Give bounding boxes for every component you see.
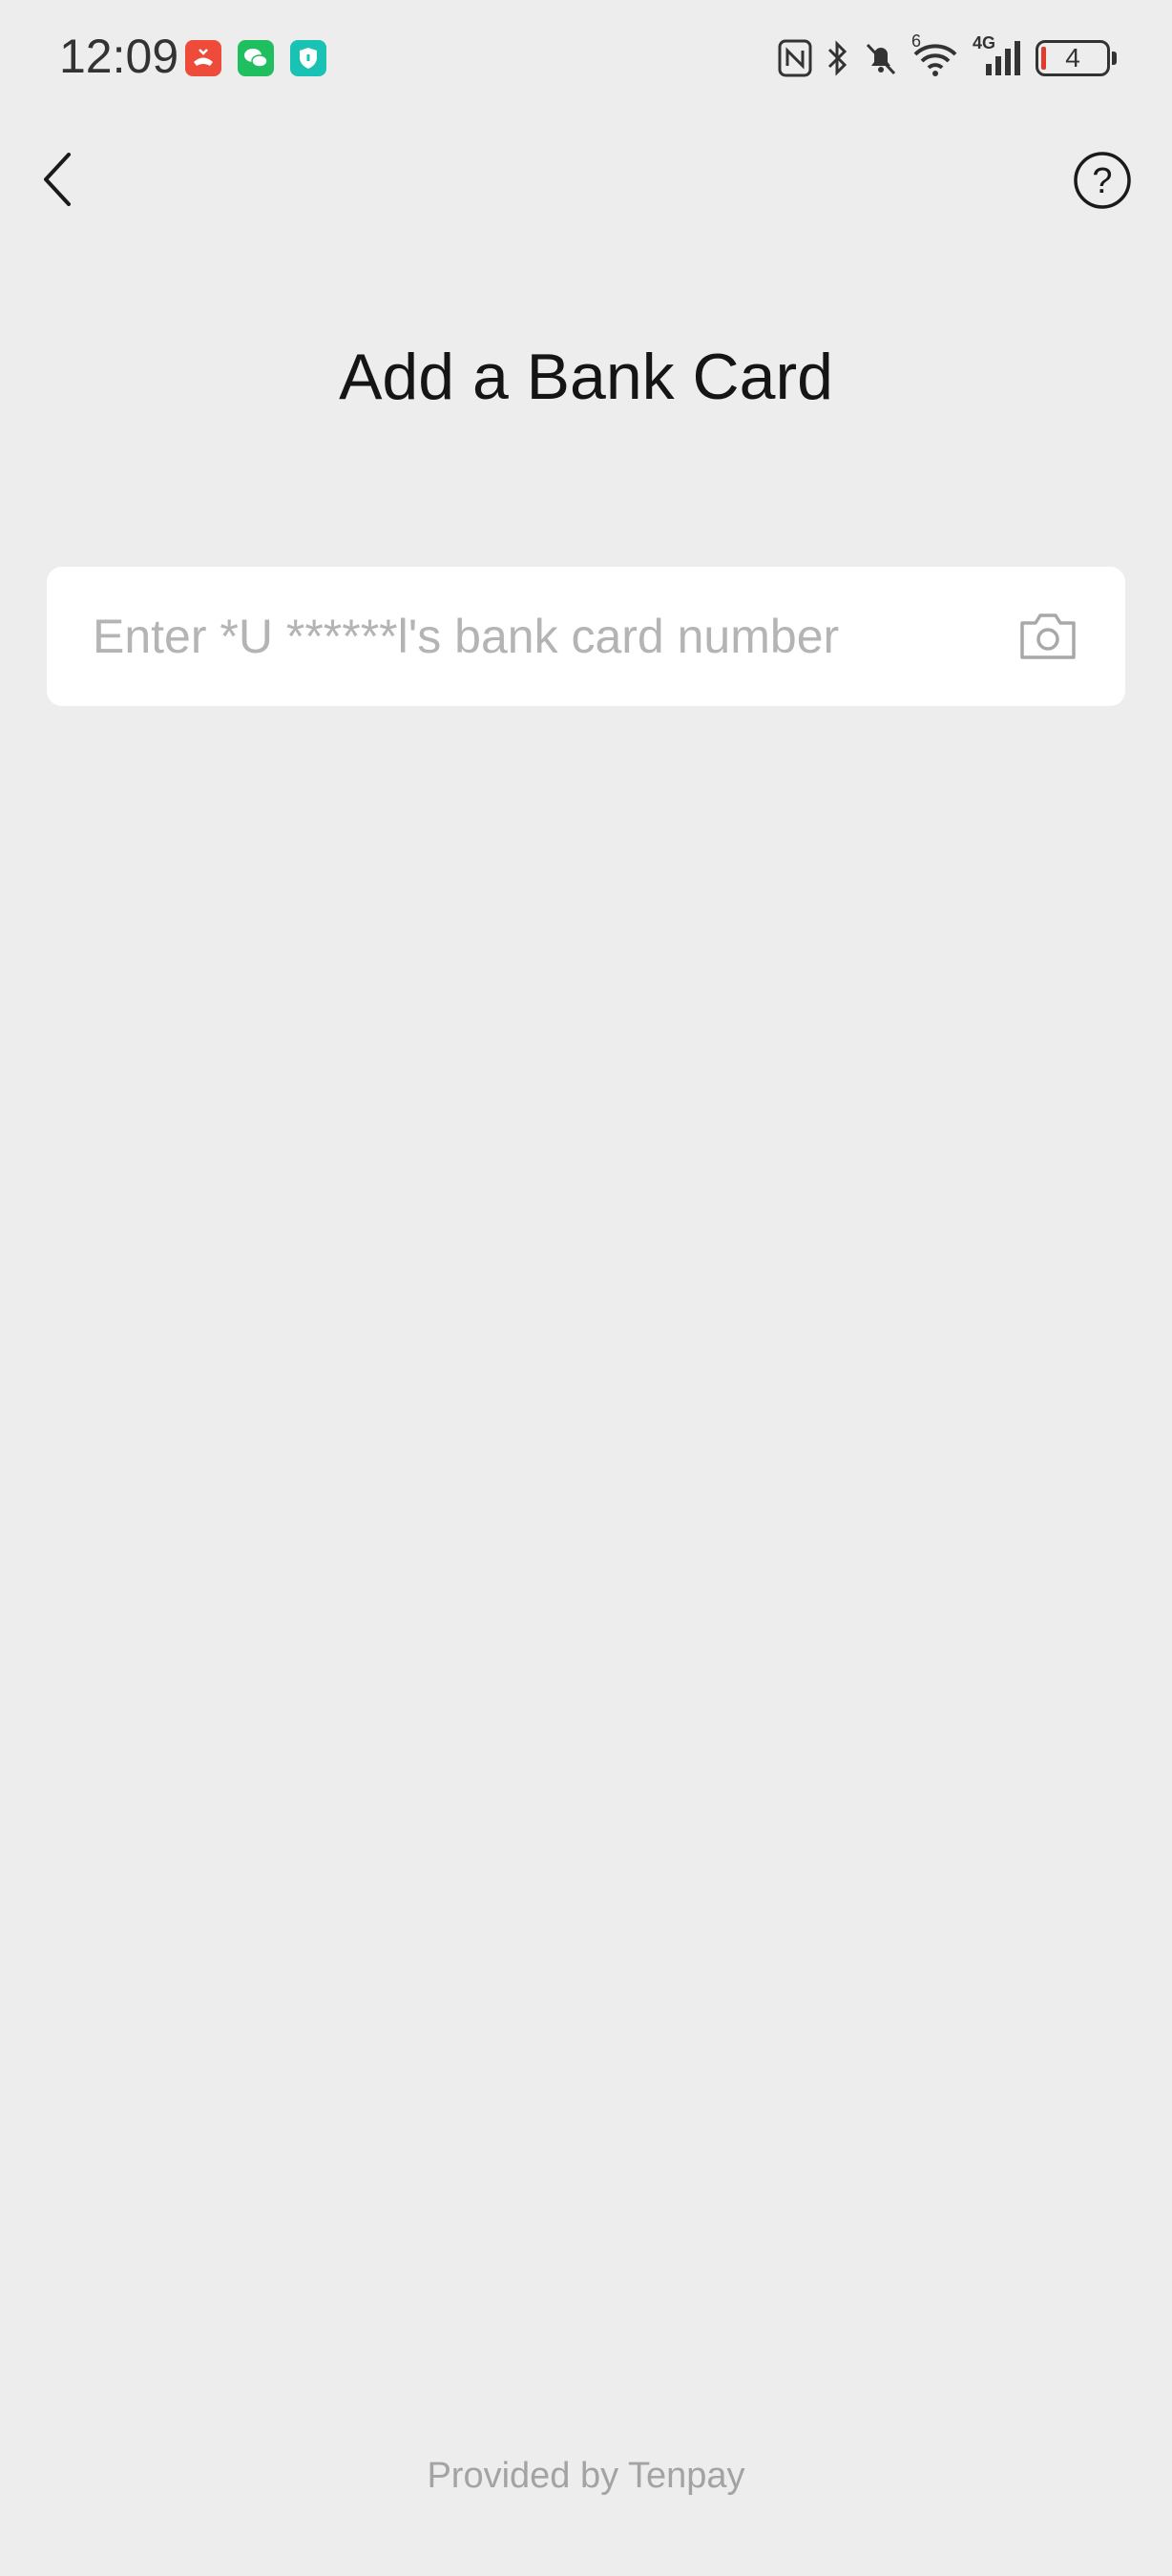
battery-level: 4: [1065, 43, 1080, 73]
card-number-field[interactable]: [47, 567, 1125, 706]
camera-icon: [1020, 613, 1076, 659]
nfc-icon: [778, 39, 812, 77]
missed-call-icon: [185, 40, 221, 76]
provider-footer: Provided by Tenpay: [427, 2456, 745, 2496]
card-number-input[interactable]: [93, 609, 997, 664]
status-bar: 12:09 6 4G 4: [0, 0, 1172, 114]
help-button[interactable]: ?: [1073, 151, 1132, 210]
scan-card-button[interactable]: [1016, 610, 1079, 663]
chevron-left-icon: [44, 153, 71, 206]
back-button[interactable]: [31, 145, 84, 214]
svg-text:?: ?: [1092, 161, 1112, 201]
network-type: 4G: [973, 33, 996, 52]
wechat-icon: [238, 40, 274, 76]
status-right-group: 6 4G 4: [778, 31, 1117, 82]
battery-icon: 4: [1036, 40, 1110, 76]
mute-bell-icon: [864, 39, 898, 77]
security-shield-icon: [290, 40, 326, 76]
bluetooth-icon: [826, 39, 850, 77]
question-circle-icon: ?: [1074, 152, 1131, 209]
status-time: 12:09: [59, 30, 179, 83]
wifi-badge: 6: [911, 31, 922, 51]
battery-cap: [1112, 52, 1117, 65]
cellular-signal-icon: 4G: [973, 33, 1022, 77]
add-bank-card-screen: 12:09 6 4G 4 ? Add a Bank Card Enter *U …: [0, 0, 1172, 2576]
page-title: Add a Bank Card: [339, 341, 833, 413]
wifi-icon: 6: [911, 31, 959, 77]
